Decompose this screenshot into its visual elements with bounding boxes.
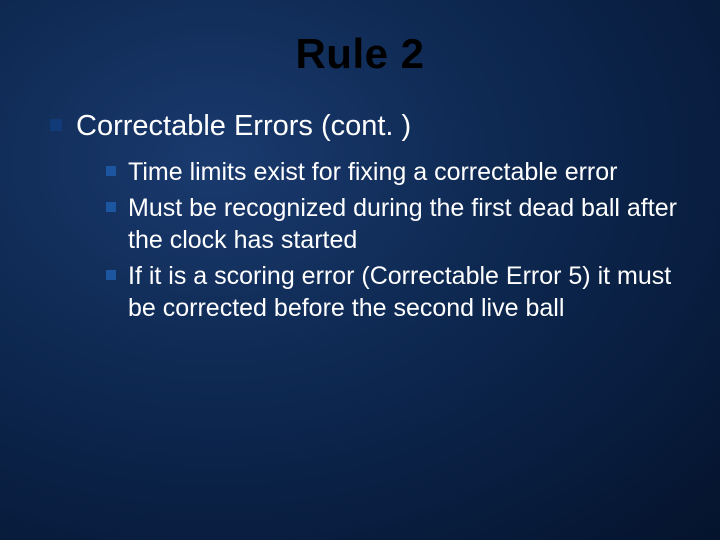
list-item: Correctable Errors (cont. )	[50, 108, 680, 146]
square-bullet-icon	[106, 202, 116, 212]
list-item: Time limits exist for fixing a correctab…	[106, 156, 680, 188]
level2-list: Time limits exist for fixing a correctab…	[106, 156, 680, 324]
slide-title: Rule 2	[40, 30, 680, 78]
list-item: If it is a scoring error (Correctable Er…	[106, 260, 680, 324]
level1-text: Correctable Errors (cont. )	[76, 108, 411, 146]
square-bullet-icon	[106, 270, 116, 280]
level1-list: Correctable Errors (cont. ) Time limits …	[50, 108, 680, 324]
slide: Rule 2 Correctable Errors (cont. ) Time …	[0, 0, 720, 540]
level2-text: Must be recognized during the first dead…	[128, 192, 680, 256]
square-bullet-icon	[50, 119, 62, 131]
level2-text: Time limits exist for fixing a correctab…	[128, 156, 617, 188]
square-bullet-icon	[106, 166, 116, 176]
list-item: Must be recognized during the first dead…	[106, 192, 680, 256]
level2-text: If it is a scoring error (Correctable Er…	[128, 260, 680, 324]
